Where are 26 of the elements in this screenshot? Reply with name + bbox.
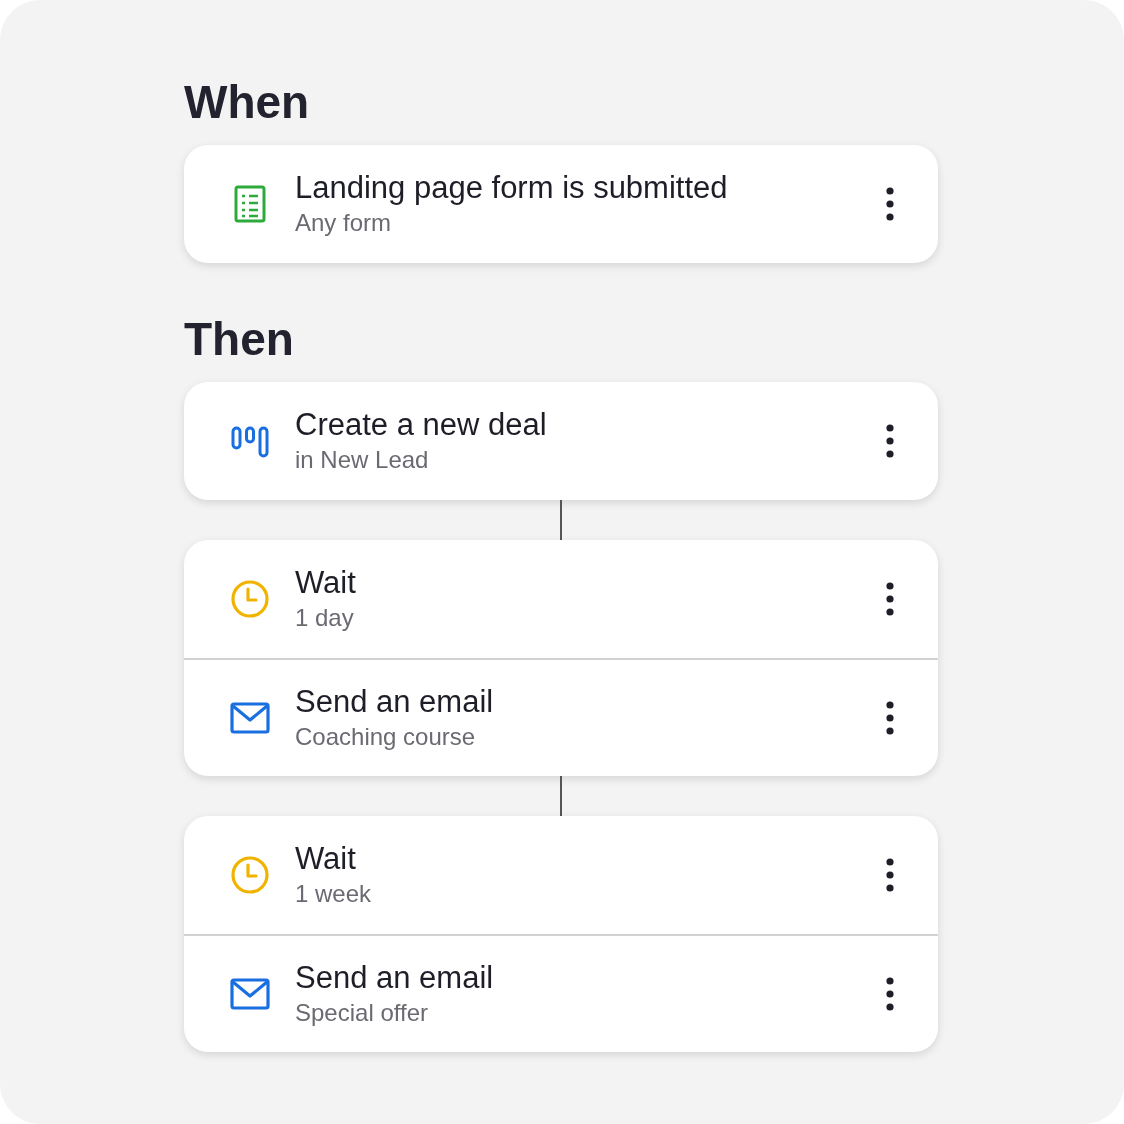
step-subtitle: 1 week [295,879,372,909]
kebab-icon [886,977,894,1011]
step-title: Create a new deal [295,406,547,444]
kebab-icon [886,701,894,735]
step-subtitle: Any form [295,208,393,238]
envelope-icon [230,978,270,1010]
step-title: Wait [295,564,356,602]
step-title: Send an email [295,683,494,721]
section-heading: When [184,75,310,130]
step-title: Send an email [295,959,494,997]
section-heading: Then [184,312,294,367]
step-subtitle: 1 day [295,603,355,633]
step-title: Landing page form is submitted [295,169,728,207]
kebab-icon [886,582,894,616]
kebab-icon [886,424,894,458]
clock-icon [230,579,270,619]
step-subtitle: Coaching course [295,722,477,752]
step-title: Wait [295,840,356,878]
kebab-icon [886,187,894,221]
step-subtitle: Special offer [295,998,429,1028]
form-icon [234,185,266,223]
columns-icon [231,424,269,458]
step-subtitle: in New Lead [295,445,430,475]
envelope-icon [230,702,270,734]
kebab-icon [886,858,894,892]
clock-icon [230,855,270,895]
